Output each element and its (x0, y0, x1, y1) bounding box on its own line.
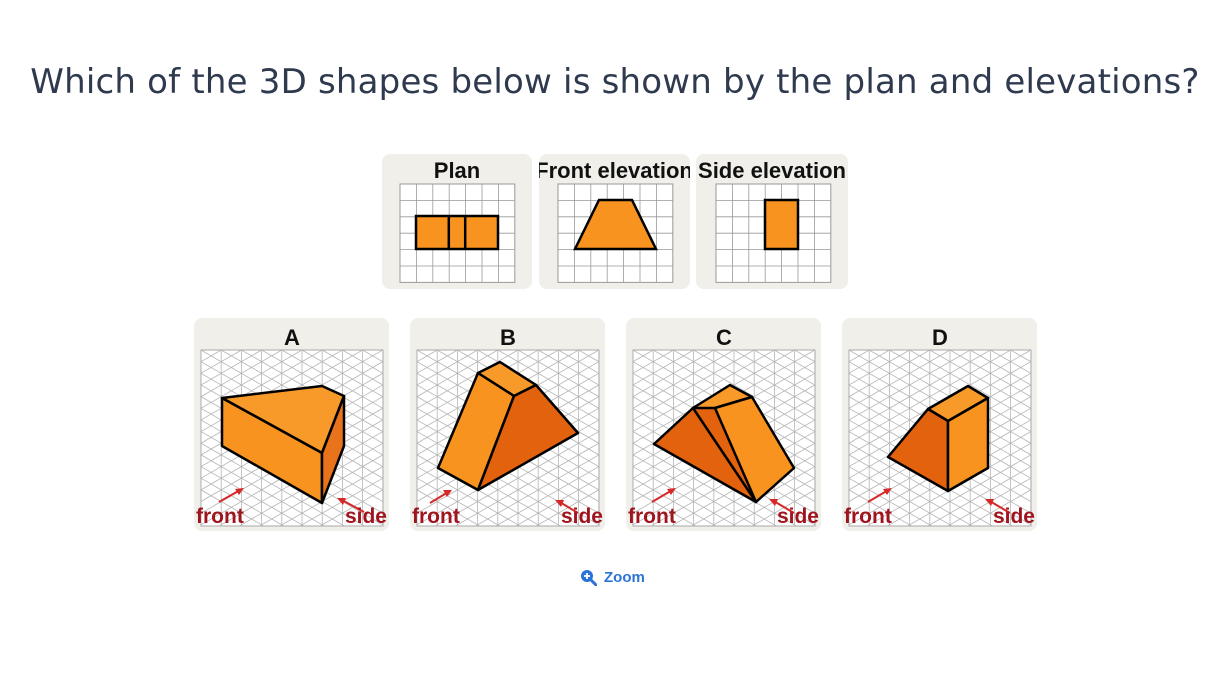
option-b-front-label: front (412, 505, 460, 528)
option-d-letter: D (932, 325, 948, 350)
option-d-front-label: front (844, 505, 892, 528)
option-a-letter: A (284, 325, 300, 350)
option-c-front-label: front (628, 505, 676, 528)
option-c-letter: C (716, 325, 732, 350)
option-a-front-label: front (196, 505, 244, 528)
front-elevation-title: Front elevation (539, 158, 690, 183)
option-b[interactable]: B front side (410, 318, 605, 531)
option-c-side-label: side (777, 505, 819, 528)
view-panel-plan: Plan (382, 154, 532, 289)
zoom-button[interactable]: Zoom (580, 569, 645, 586)
option-a-side-label: side (345, 505, 387, 528)
view-panel-front-elevation: Front elevation (535, 154, 693, 289)
zoom-label: Zoom (604, 569, 645, 586)
side-elevation-shape (763, 198, 800, 251)
view-panel-side-elevation: Side elevation (696, 154, 848, 289)
zoom-in-icon (581, 570, 597, 586)
side-elevation-title: Side elevation (698, 158, 846, 183)
plan-shape (414, 214, 500, 251)
question-text: Which of the 3D shapes below is shown by… (30, 62, 1200, 102)
plan-title: Plan (434, 158, 480, 183)
option-d-side-label: side (993, 505, 1035, 528)
option-b-letter: B (500, 325, 516, 350)
option-c[interactable]: C front side (626, 318, 821, 531)
option-b-side-label: side (561, 505, 603, 528)
option-a[interactable]: A front side (194, 318, 389, 531)
option-d[interactable]: D front side (842, 318, 1037, 531)
